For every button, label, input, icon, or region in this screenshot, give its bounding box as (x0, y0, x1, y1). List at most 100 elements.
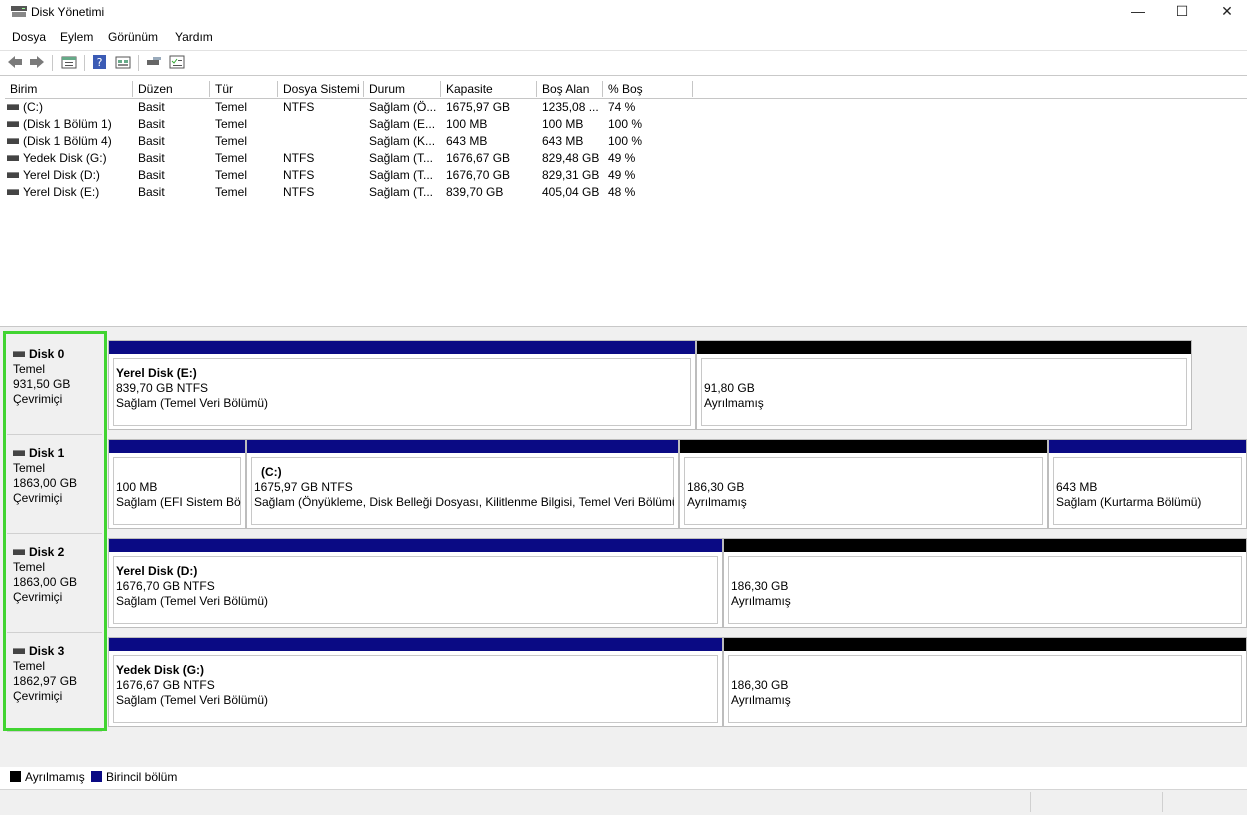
partition-color-bar (1049, 440, 1246, 453)
back-arrow-icon[interactable] (6, 54, 24, 70)
volume-name: Yerel Disk (D:) (23, 168, 100, 182)
drive-icon (7, 137, 19, 144)
unallocated-partition[interactable]: 91,80 GB Ayrılmamış (696, 340, 1192, 430)
volume-list-header: Birim Düzen Tür Dosya Sistemi Durum Kapa… (5, 81, 1247, 99)
volume-cell: Temel (215, 185, 248, 199)
partition-color-bar (247, 440, 678, 453)
drive-icon (7, 103, 19, 110)
status-divider (1030, 792, 1031, 812)
volume-cell: 74 % (608, 100, 636, 114)
minimize-button[interactable]: — (1115, 0, 1161, 24)
partition-status: Ayrılmamış (704, 396, 764, 410)
volume-name-cell: (Disk 1 Bölüm 1) (7, 116, 130, 133)
volume-list: Birim Düzen Tür Dosya Sistemi Durum Kapa… (5, 81, 1247, 325)
primary-partition[interactable]: Yerel Disk (D:) 1676,70 GB NTFS Sağlam (Te… (108, 538, 723, 628)
column-tur[interactable]: Tür (210, 81, 278, 97)
properties-icon[interactable] (60, 54, 78, 70)
rescan-disks-icon[interactable] (145, 54, 163, 70)
partition-size: 100 MB (116, 480, 158, 494)
volume-cell: NTFS (283, 168, 315, 182)
volume-name-cell: (C:) (7, 99, 130, 116)
legend-primary-label: Birincil bölüm (106, 770, 178, 784)
column-duzen[interactable]: Düzen (133, 81, 210, 97)
legend-unallocated-swatch (10, 771, 21, 782)
volume-name-cell: Yerel Disk (D:) (7, 167, 130, 184)
volume-cell: Basit (138, 117, 165, 131)
volume-row[interactable]: Yerel Disk (E:) Basit Temel NTFS Sağlam (T..… (5, 184, 705, 201)
window-title: Disk Yönetimi (31, 5, 105, 19)
primary-partition[interactable]: 643 MB Sağlam (Kurtarma Bölümü) (1048, 439, 1247, 529)
legend-primary-swatch (91, 771, 102, 782)
partition-title: (C:) (261, 465, 282, 479)
volume-cell: Temel (215, 134, 248, 148)
column-durum[interactable]: Durum (364, 81, 441, 97)
volume-cell: Sağlam (T... (369, 151, 434, 165)
partition-color-bar (680, 440, 1047, 453)
primary-partition[interactable]: (C:) 1675,97 GB NTFS Sağlam (Önyükleme, Di… (246, 439, 679, 529)
close-button[interactable]: ✕ (1204, 0, 1247, 24)
column-bos-alan[interactable]: Boş Alan (537, 81, 603, 97)
column-birim[interactable]: Birim (5, 81, 133, 97)
unallocated-partition[interactable]: 186,30 GB Ayrılmamış (679, 439, 1048, 529)
status-bar (0, 789, 1247, 815)
partition-status: Ayrılmamış (731, 594, 791, 608)
unallocated-partition[interactable]: 186,30 GB Ayrılmamış (723, 637, 1247, 727)
partition-size: 186,30 GB (687, 480, 745, 494)
volume-cell: NTFS (283, 100, 315, 114)
volume-cell: Basit (138, 168, 165, 182)
help-icon[interactable]: ? (91, 54, 109, 70)
menu-bar: Dosya Eylem Görünüm Yardım (0, 27, 1247, 47)
partition-title: Yerel Disk (E:) (116, 366, 197, 380)
volume-row[interactable]: Yedek Disk (G:) Basit Temel NTFS Sağlam (T..… (5, 150, 705, 167)
menu-eylem[interactable]: Eylem (60, 30, 93, 44)
volume-cell: Sağlam (T... (369, 185, 434, 199)
primary-partition[interactable]: Yedek Disk (G:) 1676,67 GB NTFS Sağlam (Te… (108, 637, 723, 727)
unallocated-partition[interactable]: 186,30 GB Ayrılmamış (723, 538, 1247, 628)
status-divider (1162, 792, 1163, 812)
menu-yardim[interactable]: Yardım (175, 30, 213, 44)
column-yuzde-bos[interactable]: % Boş (603, 81, 693, 97)
menu-dosya[interactable]: Dosya (12, 30, 46, 44)
volume-cell: 1235,08 ... (542, 100, 599, 114)
partition-size: 839,70 GB NTFS (116, 381, 209, 395)
volume-cell: Basit (138, 100, 165, 114)
volume-cell: Sağlam (Ö... (369, 100, 437, 114)
menu-gorunum[interactable]: Görünüm (108, 30, 158, 44)
drive-icon (7, 154, 19, 161)
volume-cell: NTFS (283, 151, 315, 165)
volume-cell: 1676,67 GB (446, 151, 511, 165)
maximize-button[interactable]: ☐ (1159, 0, 1205, 24)
volume-row[interactable]: (Disk 1 Bölüm 1) Basit Temel Sağlam (E... 10… (5, 116, 705, 133)
volume-cell: 1675,97 GB (446, 100, 511, 114)
partition-size: 186,30 GB (731, 678, 789, 692)
volume-cell: 643 MB (542, 134, 584, 148)
volume-cell: 829,48 GB (542, 151, 600, 165)
volume-cell: Temel (215, 168, 248, 182)
toolbar-separator (52, 55, 53, 71)
drive-icon (7, 171, 19, 178)
partition-color-bar (697, 341, 1191, 354)
primary-partition[interactable]: Yerel Disk (E:) 839,70 GB NTFS Sağlam (Tem… (108, 340, 696, 430)
volume-cell: Temel (215, 117, 248, 131)
checklist-icon[interactable] (168, 54, 186, 70)
volume-name-cell: (Disk 1 Bölüm 4) (7, 133, 130, 150)
volume-row[interactable]: Yerel Disk (D:) Basit Temel NTFS Sağlam (T..… (5, 167, 705, 184)
volume-cell: Sağlam (K... (369, 134, 436, 148)
volume-cell: 829,31 GB (542, 168, 600, 182)
column-kapasite[interactable]: Kapasite (441, 81, 537, 97)
volume-cell: 48 % (608, 185, 636, 199)
volume-name-cell: Yedek Disk (G:) (7, 150, 130, 167)
drive-icon (7, 120, 19, 127)
primary-partition[interactable]: 100 MBSağlam (EFI Sistem Bölümü) (108, 439, 246, 529)
partition-color-bar (109, 440, 245, 453)
volume-cell: Sağlam (T... (369, 168, 434, 182)
volume-row[interactable]: (C:) Basit Temel NTFS Sağlam (Ö... 1675,97 GB… (5, 99, 705, 116)
forward-arrow-icon[interactable] (28, 54, 46, 70)
volume-row[interactable]: (Disk 1 Bölüm 4) Basit Temel Sağlam (K... 64… (5, 133, 705, 150)
column-dosya-sistemi[interactable]: Dosya Sistemi (278, 81, 364, 97)
view-grid-icon[interactable] (114, 54, 132, 70)
partition-status: Sağlam (Temel Veri Bölümü) (116, 693, 269, 707)
partition-color-bar (724, 539, 1246, 552)
volume-name-cell: Yerel Disk (E:) (7, 184, 130, 201)
partition-color-bar (109, 638, 722, 651)
